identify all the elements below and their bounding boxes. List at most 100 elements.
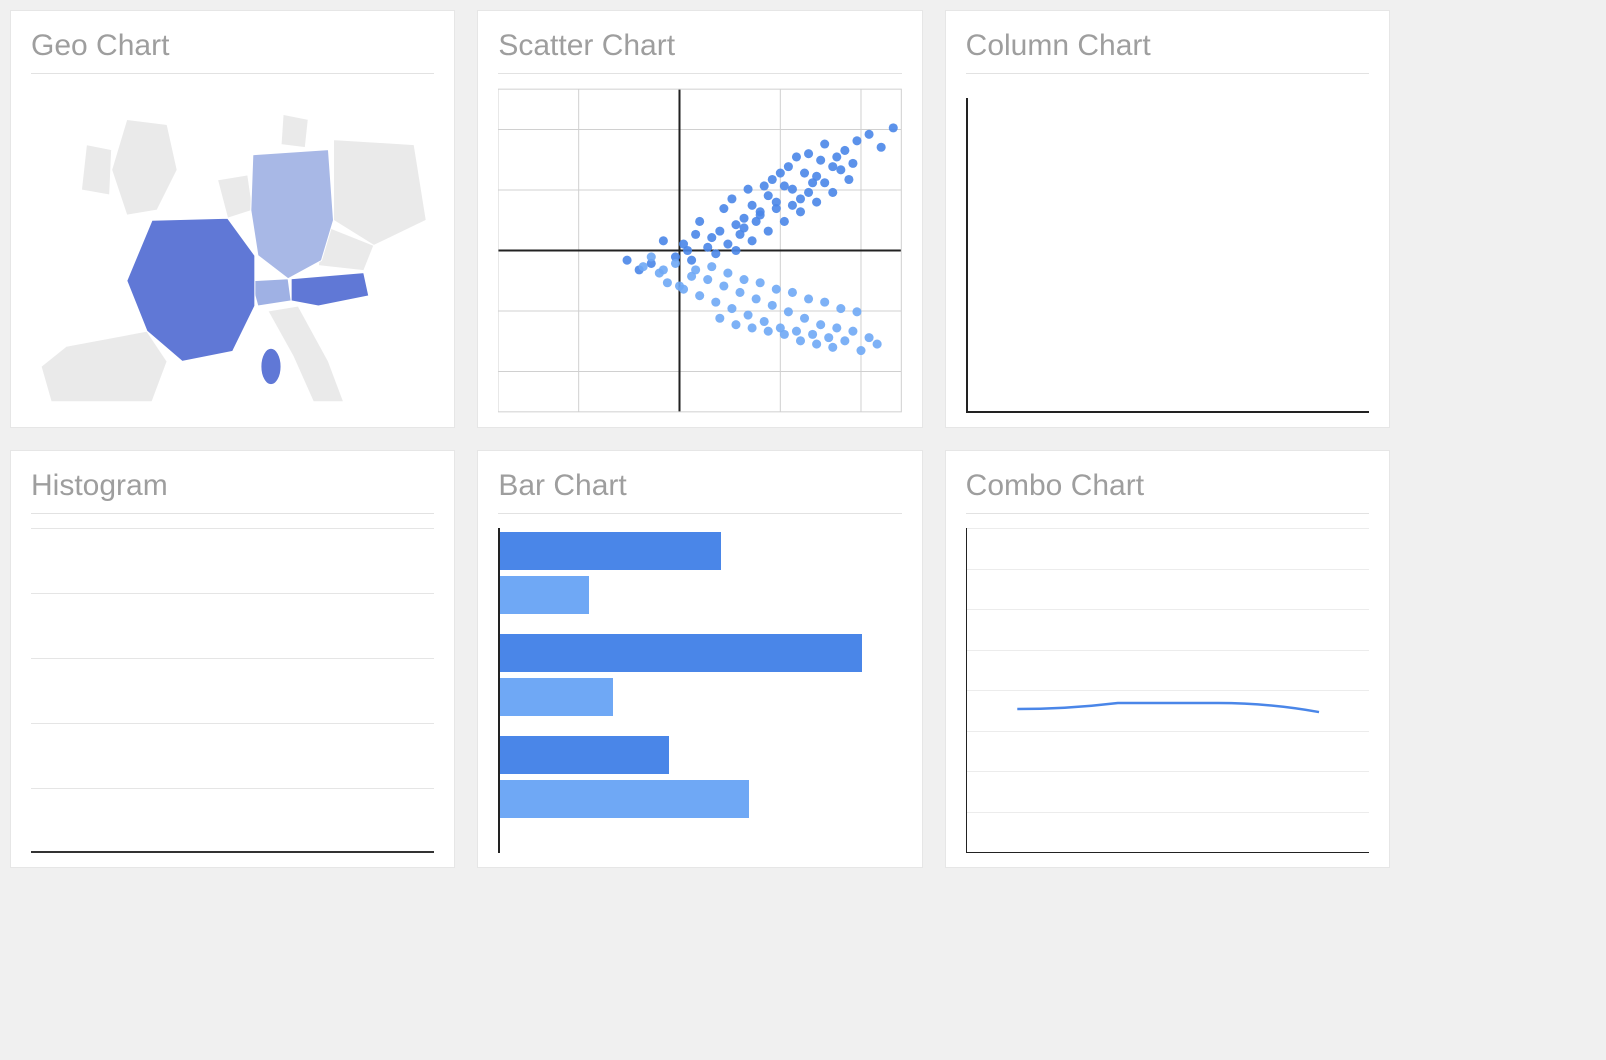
scatter-point	[853, 136, 862, 145]
scatter-point	[820, 139, 829, 148]
scatter-point	[849, 159, 858, 168]
scatter-point	[704, 275, 713, 284]
scatter-point	[679, 240, 688, 249]
scatter-point	[748, 201, 757, 210]
scatter-point	[837, 165, 846, 174]
scatter-point	[812, 172, 821, 181]
scatter-point	[687, 256, 696, 265]
bar	[500, 532, 721, 570]
scatter-point	[820, 298, 829, 307]
scatter-point	[760, 317, 769, 326]
card-title-column: Column Chart	[966, 29, 1369, 74]
scatter-point	[889, 123, 898, 132]
scatter-point	[695, 291, 704, 300]
region-ireland	[81, 145, 111, 195]
scatter-point	[772, 204, 781, 213]
scatter-point	[857, 346, 866, 355]
bar-row	[500, 634, 901, 672]
scatter-point	[732, 220, 741, 229]
scatter-point	[800, 314, 809, 323]
scatter-point	[704, 243, 713, 252]
scatter-point	[780, 330, 789, 339]
scatter-point	[772, 285, 781, 294]
scatter-point	[792, 152, 801, 161]
scatter-point	[804, 149, 813, 158]
scatter-point	[716, 227, 725, 236]
scatter-point	[833, 152, 842, 161]
scatter-point	[853, 307, 862, 316]
scatter-point	[816, 320, 825, 329]
card-title-combo: Combo Chart	[966, 469, 1369, 514]
scatter-point	[760, 181, 769, 190]
scatter-point	[659, 236, 668, 245]
scatter-point	[816, 156, 825, 165]
scatter-point	[756, 278, 765, 287]
scatter-point	[833, 323, 842, 332]
card-histogram: Histogram	[10, 450, 455, 868]
scatter-point	[663, 278, 672, 287]
scatter-point	[784, 307, 793, 316]
scatter-point	[845, 175, 854, 184]
scatter-point	[788, 201, 797, 210]
scatter-point	[736, 288, 745, 297]
scatter-point	[724, 240, 733, 249]
scatter-point	[732, 246, 741, 255]
scatter-point	[873, 340, 882, 349]
region-germany	[251, 150, 334, 279]
scatter-point	[796, 194, 805, 203]
card-title-scatter: Scatter Chart	[498, 29, 901, 74]
scatter-point	[732, 320, 741, 329]
scatter-point	[812, 340, 821, 349]
scatter-point	[780, 217, 789, 226]
bar	[500, 634, 861, 672]
card-bar: Bar Chart	[477, 450, 922, 868]
scatter-point	[720, 281, 729, 290]
scatter-point	[748, 323, 757, 332]
scatter-point	[804, 188, 813, 197]
bar	[500, 736, 669, 774]
scatter-point	[712, 249, 721, 258]
scatter-point	[744, 310, 753, 319]
column-chart	[966, 88, 1369, 413]
geo-map-svg	[31, 88, 434, 413]
scatter-point	[865, 333, 874, 342]
scatter-svg	[498, 88, 901, 413]
scatter-point	[841, 336, 850, 345]
scatter-point	[796, 336, 805, 345]
scatter-point	[740, 223, 749, 232]
scatter-point	[728, 194, 737, 203]
scatter-point	[695, 217, 704, 226]
scatter-point	[825, 333, 834, 342]
scatter-point	[639, 262, 648, 271]
scatter-point	[708, 233, 717, 242]
scatter-point	[764, 191, 773, 200]
card-geo: Geo Chart	[10, 10, 455, 428]
scatter-point	[784, 162, 793, 171]
scatter-point	[691, 230, 700, 239]
scatter-point	[877, 143, 886, 152]
region-corsica	[261, 348, 281, 384]
bar	[500, 780, 749, 818]
scatter-point	[748, 236, 757, 245]
scatter-point	[691, 265, 700, 274]
scatter-point	[720, 204, 729, 213]
combo-chart	[966, 528, 1369, 853]
card-combo: Combo Chart	[945, 450, 1390, 868]
bar	[500, 576, 588, 614]
scatter-point	[744, 185, 753, 194]
scatter-point	[728, 304, 737, 313]
scatter-point	[724, 269, 733, 278]
bar	[500, 678, 612, 716]
scatter-point	[712, 298, 721, 307]
geo-chart	[31, 88, 434, 413]
scatter-point	[829, 188, 838, 197]
scatter-point	[764, 227, 773, 236]
region-denmark	[281, 114, 308, 147]
scatter-point	[659, 265, 668, 274]
scatter-chart	[498, 88, 901, 413]
scatter-point	[792, 327, 801, 336]
scatter-point	[764, 327, 773, 336]
bar-row	[500, 780, 901, 818]
scatter-point	[804, 294, 813, 303]
scatter-point	[708, 262, 717, 271]
